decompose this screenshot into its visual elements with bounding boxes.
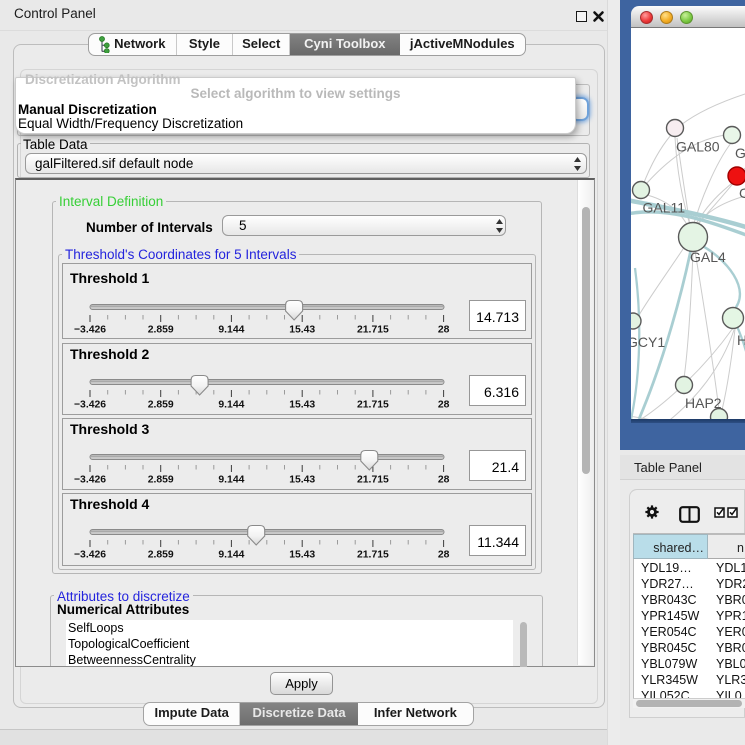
svg-text:15.43: 15.43: [289, 550, 315, 561]
svg-text:C: C: [739, 185, 745, 201]
svg-text:HAP2: HAP2: [685, 395, 722, 411]
svg-text:9.144: 9.144: [218, 400, 244, 411]
svg-text:GCY1: GCY1: [631, 334, 665, 350]
svg-text:GA: GA: [735, 145, 745, 161]
svg-text:−3.426: −3.426: [74, 325, 106, 336]
svg-text:28: 28: [438, 550, 450, 561]
svg-text:−3.426: −3.426: [74, 400, 106, 411]
svg-text:21.715: 21.715: [357, 400, 389, 411]
svg-text:9.144: 9.144: [218, 550, 244, 561]
svg-text:−3.426: −3.426: [74, 550, 106, 561]
svg-text:2.859: 2.859: [148, 550, 174, 561]
svg-text:9.144: 9.144: [218, 325, 244, 336]
svg-text:15.43: 15.43: [289, 475, 315, 486]
svg-text:28: 28: [438, 400, 450, 411]
svg-text:GAL11: GAL11: [643, 200, 686, 216]
svg-text:2.859: 2.859: [148, 475, 174, 486]
svg-text:15.43: 15.43: [289, 400, 315, 411]
svg-text:15.43: 15.43: [289, 325, 315, 336]
svg-text:2.859: 2.859: [148, 400, 174, 411]
svg-text:GAL80: GAL80: [676, 139, 720, 155]
svg-text:9.144: 9.144: [218, 475, 244, 486]
svg-text:21.715: 21.715: [357, 475, 389, 486]
svg-text:28: 28: [438, 325, 450, 336]
svg-text:28: 28: [438, 475, 450, 486]
svg-text:2.859: 2.859: [148, 325, 174, 336]
svg-text:H: H: [737, 332, 745, 348]
svg-text:GAL4: GAL4: [690, 249, 726, 265]
svg-text:21.715: 21.715: [357, 550, 389, 561]
svg-text:21.715: 21.715: [357, 325, 389, 336]
svg-text:−3.426: −3.426: [74, 475, 106, 486]
